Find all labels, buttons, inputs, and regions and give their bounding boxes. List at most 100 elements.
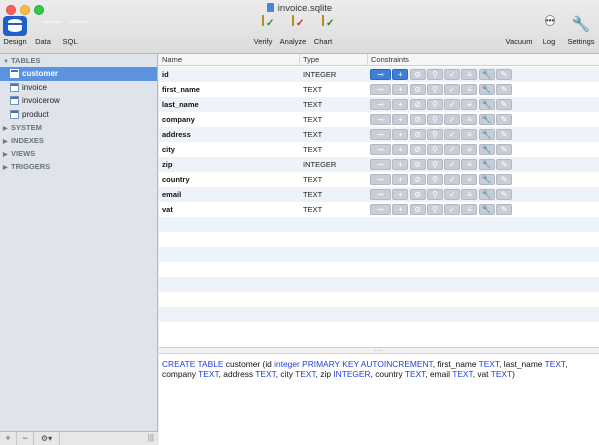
pane-splitter[interactable]: ..... — [159, 347, 599, 354]
column-header-constraints[interactable]: Constraints — [368, 54, 599, 66]
check-icon[interactable]: ✓ — [444, 114, 461, 125]
table-row[interactable]: company TEXT ⊸ + ⊘ ⚲ ✓ ≡ 🔧 ✎ — [159, 112, 599, 127]
table-row[interactable]: email TEXT ⊸ + ⊘ ⚲ ✓ ≡ 🔧 ✎ — [159, 187, 599, 202]
table-row[interactable]: country TEXT ⊸ + ⊘ ⚲ ✓ ≡ 🔧 ✎ — [159, 172, 599, 187]
plus-icon[interactable]: + — [392, 189, 409, 200]
column-header-type[interactable]: Type — [300, 54, 368, 66]
wrench-icon[interactable]: 🔧 — [478, 189, 495, 200]
data-button[interactable]: Data — [32, 16, 54, 46]
check-icon[interactable]: ✓ — [444, 189, 461, 200]
check-icon[interactable]: ✓ — [444, 204, 461, 215]
pin-icon[interactable]: ⚲ — [426, 69, 443, 80]
list-icon[interactable]: ≡ — [461, 129, 478, 140]
table-row[interactable]: first_name TEXT ⊸ + ⊘ ⚲ ✓ ≡ 🔧 ✎ — [159, 82, 599, 97]
design-button[interactable]: Design — [2, 16, 28, 46]
check-icon[interactable]: ✓ — [444, 84, 461, 95]
key-icon[interactable]: ⊸ — [370, 159, 391, 170]
table-row[interactable]: address TEXT ⊸ + ⊘ ⚲ ✓ ≡ 🔧 ✎ — [159, 127, 599, 142]
chart-button[interactable]: ✓ Chart — [310, 15, 336, 46]
tables-section-header[interactable]: ▼ TABLES — [0, 54, 157, 67]
list-icon[interactable]: ≡ — [461, 204, 478, 215]
sidebar-item-product[interactable]: product — [0, 108, 157, 122]
edit-icon[interactable]: ✎ — [496, 144, 513, 155]
gear-menu-button[interactable]: ⚙▾ — [34, 432, 60, 445]
resize-grip-icon[interactable]: ||| — [148, 433, 154, 442]
plus-icon[interactable]: + — [392, 144, 409, 155]
column-type[interactable]: TEXT — [303, 127, 322, 142]
wrench-icon[interactable]: 🔧 — [478, 84, 495, 95]
sql-button[interactable]: SQL — [58, 16, 82, 46]
pin-icon[interactable]: ⚲ — [426, 189, 443, 200]
table-row[interactable]: city TEXT ⊸ + ⊘ ⚲ ✓ ≡ 🔧 ✎ — [159, 142, 599, 157]
settings-button[interactable]: 🔧 Settings — [564, 16, 598, 46]
pin-icon[interactable]: ⚲ — [426, 204, 443, 215]
column-type[interactable]: TEXT — [303, 202, 322, 217]
pin-icon[interactable]: ⚲ — [426, 99, 443, 110]
column-name[interactable]: first_name — [162, 82, 200, 97]
wrench-icon[interactable]: 🔧 — [478, 99, 495, 110]
key-icon[interactable]: ⊸ — [370, 99, 391, 110]
edit-icon[interactable]: ✎ — [496, 114, 513, 125]
not-null-icon[interactable]: ⊘ — [409, 189, 426, 200]
not-null-icon[interactable]: ⊘ — [409, 174, 426, 185]
check-icon[interactable]: ✓ — [444, 99, 461, 110]
not-null-icon[interactable]: ⊘ — [409, 99, 426, 110]
column-type[interactable]: TEXT — [303, 187, 322, 202]
list-icon[interactable]: ≡ — [461, 189, 478, 200]
not-null-icon[interactable]: ⊘ — [409, 114, 426, 125]
edit-icon[interactable]: ✎ — [496, 159, 513, 170]
pin-icon[interactable]: ⚲ — [426, 84, 443, 95]
key-icon[interactable]: ⊸ — [370, 144, 391, 155]
column-name[interactable]: id — [162, 67, 169, 82]
table-row[interactable]: id INTEGER ⊸ + ⊘ ⚲ ✓ ≡ 🔧 ✎ — [159, 67, 599, 82]
section-header-triggers[interactable]: ▶ TRIGGERS — [0, 160, 157, 173]
pin-icon[interactable]: ⚲ — [426, 159, 443, 170]
plus-icon[interactable]: + — [392, 84, 409, 95]
plus-icon[interactable]: + — [392, 129, 409, 140]
section-header-indexes[interactable]: ▶ INDEXES — [0, 134, 157, 147]
verify-button[interactable]: ✓ Verify — [251, 15, 275, 46]
check-icon[interactable]: ✓ — [444, 174, 461, 185]
plus-icon[interactable]: + — [392, 69, 409, 80]
column-type[interactable]: INTEGER — [303, 67, 336, 82]
sidebar-item-invoicerow[interactable]: invoicerow — [0, 94, 157, 108]
table-row[interactable]: last_name TEXT ⊸ + ⊘ ⚲ ✓ ≡ 🔧 ✎ — [159, 97, 599, 112]
edit-icon[interactable]: ✎ — [496, 189, 513, 200]
table-row[interactable]: vat TEXT ⊸ + ⊘ ⚲ ✓ ≡ 🔧 ✎ — [159, 202, 599, 217]
wrench-icon[interactable]: 🔧 — [478, 129, 495, 140]
column-name[interactable]: zip — [162, 157, 172, 172]
pin-icon[interactable]: ⚲ — [426, 129, 443, 140]
list-icon[interactable]: ≡ — [461, 84, 478, 95]
check-icon[interactable]: ✓ — [444, 129, 461, 140]
plus-icon[interactable]: + — [392, 174, 409, 185]
check-icon[interactable]: ✓ — [444, 69, 461, 80]
remove-table-button[interactable]: − — [17, 432, 34, 445]
table-row[interactable]: zip INTEGER ⊸ + ⊘ ⚲ ✓ ≡ 🔧 ✎ — [159, 157, 599, 172]
key-icon[interactable]: ⊸ — [370, 174, 391, 185]
column-type[interactable]: TEXT — [303, 112, 322, 127]
pin-icon[interactable]: ⚲ — [426, 114, 443, 125]
list-icon[interactable]: ≡ — [461, 99, 478, 110]
not-null-icon[interactable]: ⊘ — [409, 84, 426, 95]
key-icon[interactable]: ⊸ — [370, 84, 391, 95]
not-null-icon[interactable]: ⊘ — [409, 69, 426, 80]
wrench-icon[interactable]: 🔧 — [478, 204, 495, 215]
column-name[interactable]: email — [162, 187, 181, 202]
list-icon[interactable]: ≡ — [461, 69, 478, 80]
wrench-icon[interactable]: 🔧 — [478, 159, 495, 170]
column-name[interactable]: company — [162, 112, 195, 127]
key-icon[interactable]: ⊸ — [370, 129, 391, 140]
wrench-icon[interactable]: 🔧 — [478, 144, 495, 155]
pin-icon[interactable]: ⚲ — [426, 144, 443, 155]
column-type[interactable]: TEXT — [303, 82, 322, 97]
edit-icon[interactable]: ✎ — [496, 129, 513, 140]
edit-icon[interactable]: ✎ — [496, 99, 513, 110]
edit-icon[interactable]: ✎ — [496, 174, 513, 185]
not-null-icon[interactable]: ⊘ — [409, 144, 426, 155]
wrench-icon[interactable]: 🔧 — [478, 69, 495, 80]
section-header-views[interactable]: ▶ VIEWS — [0, 147, 157, 160]
edit-icon[interactable]: ✎ — [496, 69, 513, 80]
key-icon[interactable]: ⊸ — [370, 69, 391, 80]
vacuum-button[interactable]: Vacuum — [504, 16, 534, 46]
key-icon[interactable]: ⊸ — [370, 189, 391, 200]
